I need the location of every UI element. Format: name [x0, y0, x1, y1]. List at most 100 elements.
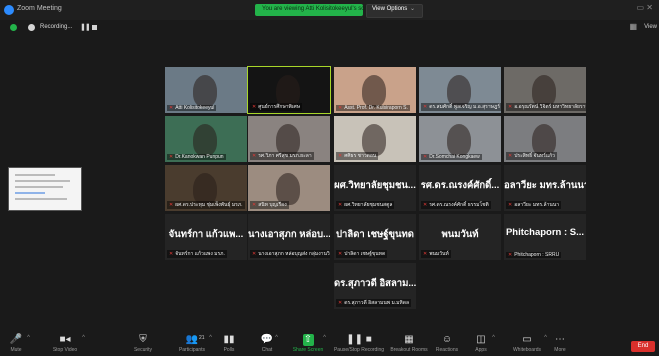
toolbar-pause-stop-recording-button[interactable]: ❚❚ ■ Pause/Stop Recording: [332, 334, 386, 353]
toolbar-whiteboards-button[interactable]: ▭ Whiteboards ^: [507, 334, 547, 353]
view-grid-icon[interactable]: ▦: [629, 22, 637, 31]
participant-name-text: อ.อรุณรัตน์ วิจิตร์ มหาวิทยาลัยราชภัฏ: [514, 104, 586, 110]
polls-icon[interactable]: ▮▮: [218, 334, 240, 346]
stop-video-icon[interactable]: ■◂: [45, 334, 85, 346]
participant-name: ✕ รศ.ดร.ณรงค์ศักดิ์ ธรรมโชติ: [421, 201, 491, 209]
participant-tile[interactable]: ✕ ศศิธร ชาวดอน: [334, 116, 416, 162]
participant-display-name: อลาวียะ มทร.ล้านนา: [504, 180, 586, 191]
participant-tile[interactable]: ดร.สุภาวดี อิสลาม... ✕ ดร.สุภาวดี อิสลามนพ…: [334, 263, 416, 309]
toolbar-chat-button[interactable]: 💬 Chat ^: [256, 334, 278, 353]
participant-silhouette: [193, 75, 217, 107]
chevron-up-icon[interactable]: ^: [82, 335, 85, 341]
muted-mic-icon: ✕: [338, 202, 343, 208]
participant-tile[interactable]: ✕ ผศ.ดร.ประทุม ชุ่มเพ็งพันธุ์ มรภ.: [165, 165, 247, 211]
participant-tile[interactable]: อลาวียะ มทร.ล้านนา ✕ อลาวียะ มทร.ล้านนา: [504, 165, 586, 211]
participant-silhouette: [447, 124, 471, 156]
security-shield-icon[interactable]: [10, 24, 17, 31]
participant-name-text: พนมวันท์: [429, 251, 449, 257]
participant-name: ✕ ปาลิดา เชษฐ์ขุนทด: [336, 250, 388, 258]
participant-tile[interactable]: ✕ สนิท บุญเรือง: [248, 165, 330, 211]
toolbar-more-button[interactable]: ⋯ More: [548, 334, 572, 353]
participant-tile[interactable]: ✕ Atti Kolisitokeeyul: [165, 67, 247, 113]
participant-tile[interactable]: รศ.ดร.ณรงค์ศักดิ์... ✕ รศ.ดร.ณรงค์ศักดิ์ ธ…: [419, 165, 501, 211]
participant-tile[interactable]: Phitchaporn : S... ✕ Phitchaporn : SRRU: [504, 214, 586, 260]
participant-name: ✕อ.อรุณรัตน์ วิจิตร์ มหาวิทยาลัยราชภัฏ: [506, 103, 586, 111]
toolbar-reactions-button[interactable]: ☺ Reactions: [431, 334, 463, 353]
toolbar-mute-button[interactable]: 🎤 Mute ^: [2, 334, 30, 353]
toolbar-label: Stop Video: [52, 347, 78, 353]
share-screen-icon[interactable]: ⇧: [302, 334, 314, 346]
participant-name-text: ศูนย์การศึกษาพิเศษ: [258, 104, 301, 110]
participant-name: ✕ ศูนย์การศึกษาพิเศษ: [250, 103, 303, 111]
apps-icon[interactable]: ◫: [467, 334, 495, 346]
participant-tile[interactable]: ✕อ.อรุณรัตน์ วิจิตร์ มหาวิทยาลัยราชภัฏ: [504, 67, 586, 113]
muted-mic-icon: ✕: [338, 153, 343, 159]
participant-tile[interactable]: ✕ รศ.วิภา ศรีสุข มรภ.ยะลา: [248, 116, 330, 162]
participant-name-text: Dr.Somchai Kongkaew: [429, 154, 480, 160]
thumbnail-line: [15, 192, 45, 194]
muted-mic-icon: ✕: [338, 105, 343, 111]
share-banner-text: You are viewing Atti Kolisitokeeyul's sc…: [262, 6, 377, 12]
muted-mic-icon: ✕: [252, 202, 257, 208]
participant-name: ✕ อลาวียะ มทร.ล้านนา: [506, 201, 562, 209]
toolbar-label: Whiteboards: [512, 347, 542, 353]
muted-mic-icon: ✕: [423, 251, 428, 257]
participant-name-text: ผศ.ดร.ประทุม ชุ่มเพ็งพันธุ์ มรภ.: [175, 202, 243, 208]
toolbar-security-button[interactable]: ⛨ Security: [130, 334, 156, 353]
view-options-label[interactable]: View Options: [372, 6, 407, 12]
participant-name: ✕ Dr.Somchai Kongkaew: [421, 154, 482, 160]
participants-icon[interactable]: 👥: [172, 334, 212, 346]
chevron-down-icon[interactable]: ⌄: [410, 5, 415, 12]
chevron-up-icon[interactable]: ^: [209, 335, 212, 341]
participant-tile[interactable]: ✕ ดร.สมศักดิ์ พูลเจริญ ม.อ.สุราษฎร์: [419, 67, 501, 113]
toolbar-share-screen-button[interactable]: ⇧ Share Screen ^: [290, 334, 326, 353]
whiteboards-icon[interactable]: ▭: [507, 334, 547, 346]
toolbar-polls-button[interactable]: ▮▮ Polls: [218, 334, 240, 353]
participant-tile[interactable]: พนมวันท์ ✕ พนมวันท์: [419, 214, 501, 260]
end-meeting-button[interactable]: End: [631, 341, 655, 352]
recording-status: Recording...: [40, 24, 73, 30]
participant-tile[interactable]: ✕ Dr.Kanokwan Punpun: [165, 116, 247, 162]
toolbar-label: Apps: [475, 347, 487, 353]
mute-icon[interactable]: 🎤: [2, 334, 30, 346]
chevron-up-icon[interactable]: ^: [27, 335, 30, 341]
participant-tile[interactable]: ✕ ประสิทธิ์ จันทร์แก้ว: [504, 116, 586, 162]
participant-tile[interactable]: ✕ ศูนย์การศึกษาพิเศษ: [247, 66, 331, 114]
reactions-icon[interactable]: ☺: [431, 334, 463, 346]
toolbar-apps-button[interactable]: ◫ Apps ^: [467, 334, 495, 353]
zoom-logo-icon: [4, 5, 14, 15]
view-button[interactable]: View: [644, 24, 657, 30]
participant-name-text: ผศ.วิทยาลัยชุมชนสตูล: [344, 202, 393, 208]
pause-stop-recording-icon[interactable]: ❚❚ ■: [332, 334, 386, 346]
participant-display-name: จันทร์กา แก้วแพ...: [168, 229, 244, 240]
chevron-up-icon[interactable]: ^: [544, 335, 547, 341]
pause-recording-icon[interactable]: ❚❚: [80, 23, 91, 31]
participant-tile[interactable]: นางเอาสุภก หล่อบ... ✕ นางเอาสุภก หล่อบุญส่…: [248, 214, 330, 260]
participant-name-text: ประสิทธิ์ จันทร์แก้ว: [514, 153, 555, 159]
participant-name-text: Phitchaporn : SRRU: [514, 252, 560, 258]
chevron-up-icon[interactable]: ^: [323, 335, 326, 341]
security-icon[interactable]: ⛨: [130, 334, 156, 346]
window-controls[interactable]: ▭ ✕: [637, 3, 653, 12]
participant-name-text: ดร.สมศักดิ์ พูลเจริญ ม.อ.สุราษฎร์: [429, 104, 501, 110]
chevron-up-icon[interactable]: ^: [275, 335, 278, 341]
thumbnail-line: [15, 198, 67, 200]
toolbar-participants-button[interactable]: 👥 Participants 21 ^: [172, 334, 212, 353]
toolbar-label: Share Screen: [292, 347, 324, 353]
shared-screen-thumbnail[interactable]: [8, 167, 82, 211]
more-icon[interactable]: ⋯: [548, 334, 572, 346]
stop-recording-icon[interactable]: [92, 25, 97, 30]
participant-name-text: รศ.วิภา ศรีสุข มรภ.ยะลา: [258, 153, 312, 159]
toolbar-stop-video-button[interactable]: ■◂ Stop Video ^: [45, 334, 85, 353]
toolbar-breakout-rooms-button[interactable]: ▦ Breakout Rooms: [388, 334, 430, 353]
participant-tile[interactable]: จันทร์กา แก้วแพ... ✕ จันทร์กา แก้วแพง มรภ.: [165, 214, 247, 260]
thumbnail-line: [15, 174, 55, 176]
chevron-up-icon[interactable]: ^: [492, 335, 495, 341]
participant-name: ✕ นางเอาสุภก หล่อบุญส่ง กลุ่มงานวิจัย: [250, 250, 330, 258]
toolbar-label: Chat: [261, 347, 273, 353]
breakout-rooms-icon[interactable]: ▦: [388, 334, 430, 346]
participant-tile[interactable]: ผศ.วิทยาลัยชุมชน... ✕ ผศ.วิทยาลัยชุมชนสตูล: [334, 165, 416, 211]
participant-tile[interactable]: ปาลิดา เชษฐ์ขุนทด ✕ ปาลิดา เชษฐ์ขุนทด: [334, 214, 416, 260]
participant-tile[interactable]: ✕ Asst. Prof. Dr. Kulsiraporn S.: [334, 67, 416, 113]
participant-tile[interactable]: ✕ Dr.Somchai Kongkaew: [419, 116, 501, 162]
